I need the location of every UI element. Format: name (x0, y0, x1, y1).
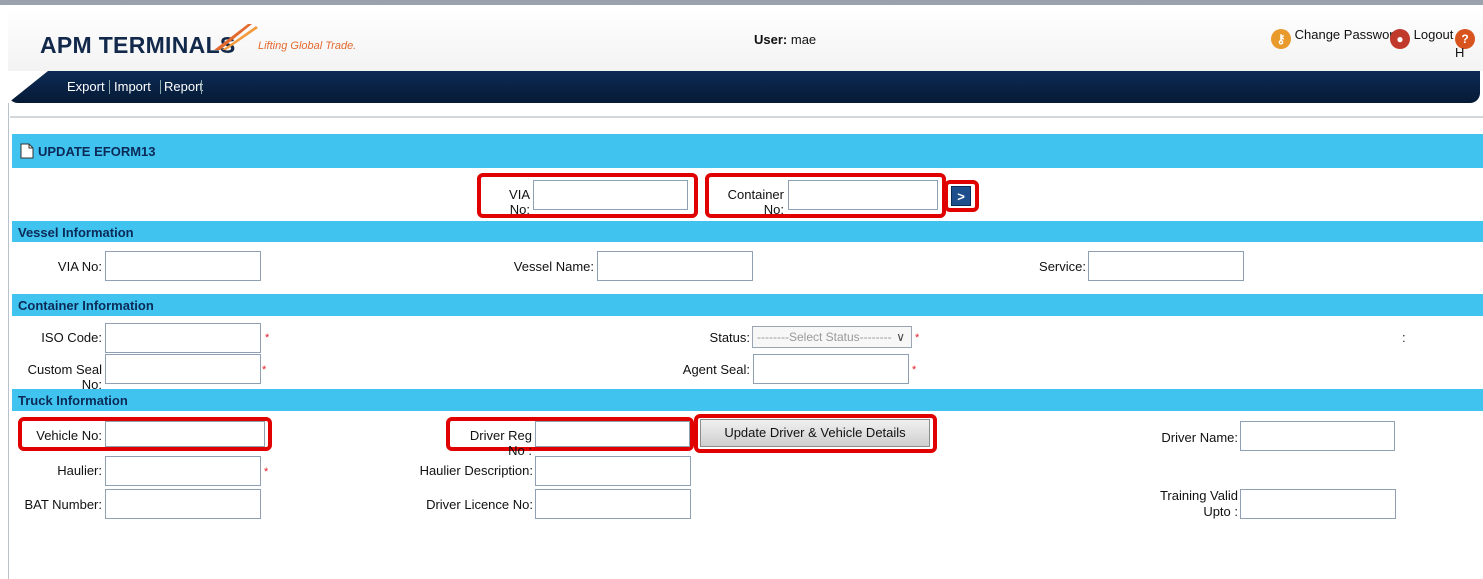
lock-icon: ● (1390, 29, 1410, 49)
driver-licence-label: Driver Licence No: (426, 497, 533, 512)
haulier-description-field[interactable] (535, 456, 691, 486)
agent-seal-label: Agent Seal: (682, 362, 750, 377)
help-label: H (1455, 45, 1465, 60)
custom-seal-field[interactable] (105, 354, 261, 384)
main-nav (8, 71, 1480, 103)
nav-report[interactable]: Report (164, 79, 203, 94)
vessel-via-label: VIA No: (57, 259, 102, 274)
container-section-bar: Container Information (12, 294, 1483, 316)
haulier-description-label: Haulier Description: (419, 463, 533, 478)
driver-name-field[interactable] (1240, 421, 1395, 451)
chevron-down-icon: ∨ (896, 330, 905, 344)
nav-import[interactable]: Import (114, 79, 151, 94)
document-icon (20, 143, 34, 159)
apm-terminals-logo: APM TERMINALS (40, 32, 236, 58)
user-name: mae (790, 32, 817, 47)
iso-required-mark: * (265, 332, 270, 344)
vessel-via-field[interactable] (105, 251, 261, 281)
logo-swoosh-icon (214, 24, 258, 50)
key-icon: ⚷ (1271, 29, 1291, 49)
training-valid-label-line2: Upto : (1203, 504, 1238, 519)
training-valid-label: Training Valid Upto : (1150, 488, 1238, 520)
status-selected-value: --------Select Status-------- (757, 330, 892, 344)
agent-seal-required-mark: * (912, 364, 917, 376)
orphan-colon: : (1402, 330, 1406, 345)
help-link[interactable]: ? H (1455, 29, 1483, 64)
container-search-input[interactable] (788, 180, 938, 210)
vessel-section-title: Vessel Information (18, 225, 134, 240)
nav-export[interactable]: Export (67, 79, 105, 94)
logout-label: Logout (1413, 27, 1454, 42)
status-label: Status: (709, 330, 750, 345)
logo-tagline: Lifting Global Trade. (258, 40, 357, 52)
nav-divider (109, 80, 110, 94)
content-left-border (8, 103, 9, 579)
driver-name-label: Driver Name: (1161, 430, 1238, 445)
user-label: User: (754, 32, 788, 47)
haulier-field[interactable] (105, 456, 261, 486)
status-required-mark: * (915, 332, 920, 344)
service-label: Service: (1039, 259, 1086, 274)
bat-number-label: BAT Number: (24, 497, 102, 512)
truck-section-title: Truck Information (18, 393, 128, 408)
training-valid-field[interactable] (1240, 489, 1396, 519)
vehicle-no-input[interactable] (105, 421, 265, 447)
driver-reg-input[interactable] (535, 421, 690, 447)
via-search-label: VIA No: (509, 187, 530, 217)
vehicle-no-label: Vehicle No: (36, 428, 102, 443)
current-user: User: mae (754, 32, 816, 47)
nav-divider (160, 80, 161, 94)
via-search-input[interactable] (533, 180, 688, 210)
page-title: UPDATE EFORM13 (38, 144, 156, 159)
status-select[interactable]: --------Select Status-------- ∨ (752, 326, 912, 348)
haulier-required-mark: * (264, 466, 269, 478)
change-password-link[interactable]: ⚷ Change Password (1271, 27, 1401, 49)
agent-seal-field[interactable] (753, 354, 909, 384)
container-search-label: Container No: (727, 187, 784, 217)
container-section-title: Container Information (18, 298, 154, 313)
bat-number-field[interactable] (105, 489, 261, 519)
haulier-label: Haulier: (57, 463, 102, 478)
nav-corner-decoration (8, 71, 48, 103)
page-title-bar: UPDATE EFORM13 (12, 134, 1483, 168)
content-top-rule (10, 116, 1483, 118)
search-go-button[interactable]: > (951, 186, 971, 206)
custom-seal-required-mark: * (262, 364, 267, 376)
change-password-label: Change Password (1294, 27, 1401, 42)
service-field[interactable] (1088, 251, 1244, 281)
iso-code-field[interactable] (105, 323, 261, 353)
training-valid-label-line1: Training Valid (1159, 488, 1238, 503)
nav-divider (201, 80, 202, 94)
driver-reg-label: Driver Reg No : (469, 428, 532, 458)
logout-link[interactable]: ● Logout (1390, 27, 1454, 49)
custom-seal-label: Custom Seal No: (27, 362, 102, 392)
vessel-name-field[interactable] (597, 251, 753, 281)
vessel-section-bar: Vessel Information (12, 221, 1483, 242)
truck-section-bar: Truck Information (12, 389, 1483, 411)
driver-licence-field[interactable] (535, 489, 691, 519)
update-driver-vehicle-button[interactable]: Update Driver & Vehicle Details (700, 419, 930, 447)
vessel-name-label: Vessel Name: (513, 259, 594, 274)
iso-code-label: ISO Code: (41, 330, 102, 345)
